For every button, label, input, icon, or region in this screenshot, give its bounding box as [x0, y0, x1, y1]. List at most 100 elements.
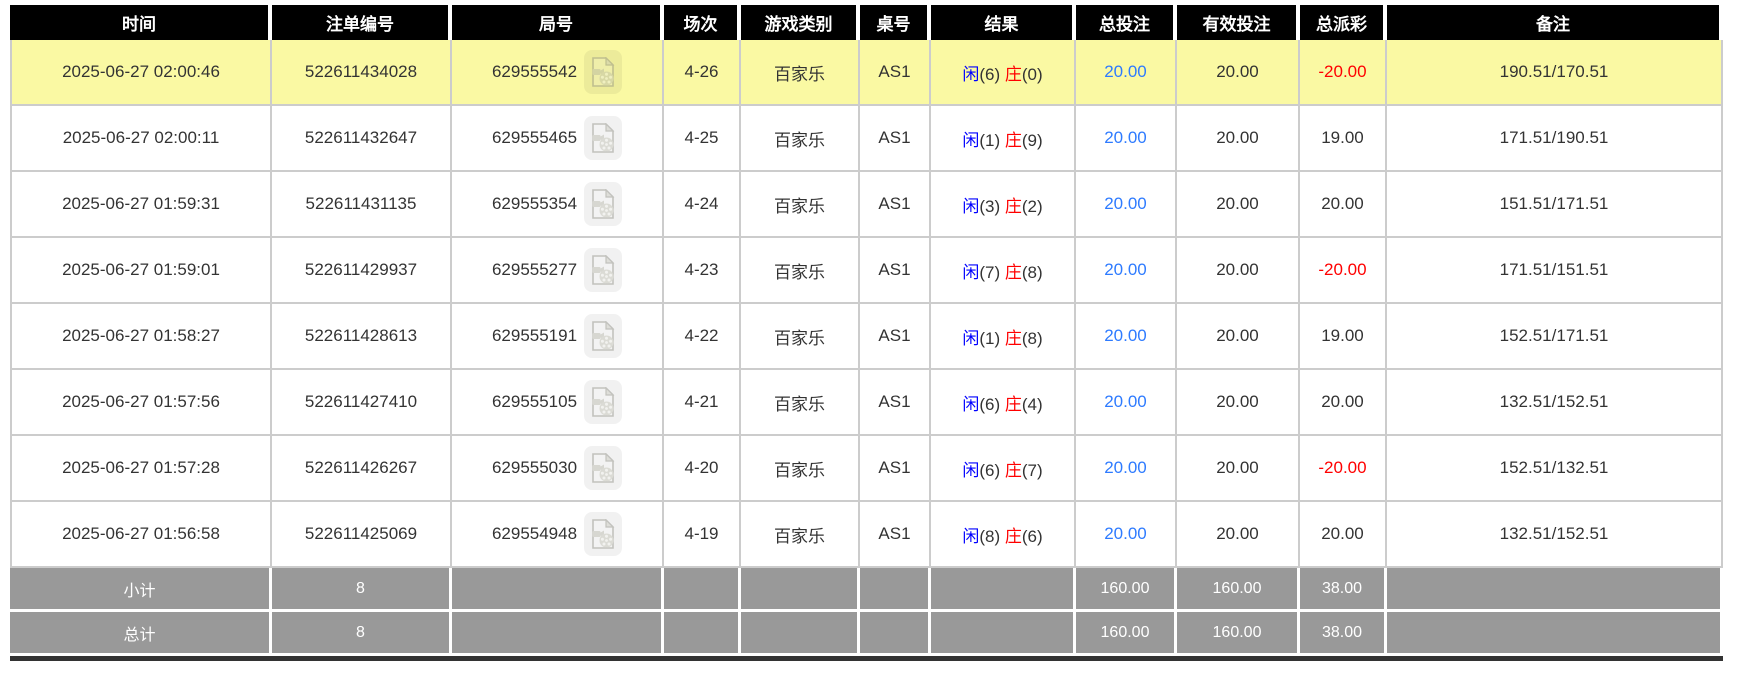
cell-total-bet[interactable]: 20.00: [1076, 106, 1177, 172]
cell-payout: 19.00: [1300, 304, 1387, 370]
total-empty-cell: [860, 612, 931, 656]
round-number: 629555105: [491, 392, 578, 411]
cell-bet-id: 522611427410: [272, 370, 452, 436]
cell-bet-id: 522611432647: [272, 106, 452, 172]
header-row: 时间 注单编号 局号 场次 游戏类别 桌号 结果 总投注 有效投注 总派彩 备注: [10, 5, 1723, 40]
banker-result-score: (6): [1021, 526, 1043, 546]
cell-table-no: AS1: [860, 436, 931, 502]
video-record-icon[interactable]: [584, 380, 623, 424]
cell-round: 629554948: [452, 502, 664, 568]
cell-session: 4-20: [664, 436, 741, 502]
cell-total-bet[interactable]: 20.00: [1076, 40, 1177, 106]
cell-table-no: AS1: [860, 304, 931, 370]
banker-result-score: (9): [1021, 130, 1043, 150]
cell-remark: 171.51/151.51: [1387, 238, 1723, 304]
subtotal-total-bet: 160.00: [1076, 568, 1177, 612]
total-total-bet: 160.00: [1076, 612, 1177, 656]
table-footer: 小计 8 160.00 160.00 38.00 总计 8 160.00 160…: [10, 568, 1723, 656]
player-result-score: (3): [979, 196, 1001, 216]
subtotal-count: 8: [272, 568, 452, 612]
col-session: 场次: [664, 5, 741, 40]
table-row: 2025-06-27 01:58:27 522611428613 6295551…: [10, 304, 1723, 370]
cell-remark: 152.51/171.51: [1387, 304, 1723, 370]
video-record-icon[interactable]: [584, 182, 623, 226]
banker-result-label: 庄: [1004, 328, 1022, 348]
cell-total-bet[interactable]: 20.00: [1076, 238, 1177, 304]
cell-round: 629555542: [452, 40, 664, 106]
cell-table-no: AS1: [860, 370, 931, 436]
banker-result-label: 庄: [1004, 196, 1022, 216]
table-bottom-border: [10, 656, 1723, 661]
banker-result-label: 庄: [1004, 130, 1022, 150]
table-body: 2025-06-27 02:00:46 522611434028 6295555…: [10, 40, 1723, 568]
round-number: 629555542: [491, 62, 578, 81]
banker-result-label: 庄: [1004, 262, 1022, 282]
player-result-score: (7): [979, 262, 1001, 282]
cell-round: 629555354: [452, 172, 664, 238]
banker-result-score: (7): [1021, 460, 1043, 480]
video-record-icon[interactable]: [584, 248, 623, 292]
cell-bet-id: 522611425069: [272, 502, 452, 568]
col-payout: 总派彩: [1300, 5, 1387, 40]
round-number: 629554948: [491, 524, 578, 543]
cell-table-no: AS1: [860, 238, 931, 304]
cell-valid-bet: 20.00: [1177, 106, 1300, 172]
bet-records-table: 时间 注单编号 局号 场次 游戏类别 桌号 结果 总投注 有效投注 总派彩 备注…: [10, 5, 1723, 656]
cell-game-type: 百家乐: [741, 106, 860, 172]
cell-round: 629555277: [452, 238, 664, 304]
cell-result: 闲(6) 庄(0): [931, 40, 1076, 106]
cell-total-bet[interactable]: 20.00: [1076, 370, 1177, 436]
cell-total-bet[interactable]: 20.00: [1076, 304, 1177, 370]
cell-total-bet[interactable]: 20.00: [1076, 436, 1177, 502]
player-result-score: (1): [979, 130, 1001, 150]
cell-payout: 20.00: [1300, 502, 1387, 568]
cell-total-bet[interactable]: 20.00: [1076, 172, 1177, 238]
banker-result-label: 庄: [1004, 394, 1022, 414]
banker-result-score: (2): [1021, 196, 1043, 216]
cell-valid-bet: 20.00: [1177, 238, 1300, 304]
round-number: 629555191: [491, 326, 578, 345]
cell-session: 4-23: [664, 238, 741, 304]
cell-payout: -20.00: [1300, 238, 1387, 304]
cell-round: 629555191: [452, 304, 664, 370]
video-record-icon[interactable]: [584, 446, 623, 490]
subtotal-valid-bet: 160.00: [1177, 568, 1300, 612]
total-remark: [1387, 612, 1723, 656]
cell-round: 629555105: [452, 370, 664, 436]
cell-table-no: AS1: [860, 172, 931, 238]
cell-game-type: 百家乐: [741, 40, 860, 106]
cell-total-bet[interactable]: 20.00: [1076, 502, 1177, 568]
total-empty-cell: [664, 612, 741, 656]
subtotal-row: 小计 8 160.00 160.00 38.00: [10, 568, 1723, 612]
cell-result: 闲(1) 庄(8): [931, 304, 1076, 370]
player-result-label: 闲: [962, 526, 980, 546]
col-valid-bet: 有效投注: [1177, 5, 1300, 40]
cell-valid-bet: 20.00: [1177, 304, 1300, 370]
cell-remark: 190.51/170.51: [1387, 40, 1723, 106]
player-result-label: 闲: [962, 460, 980, 480]
video-record-icon[interactable]: [584, 314, 623, 358]
table-row: 2025-06-27 01:59:31 522611431135 6295553…: [10, 172, 1723, 238]
bet-records-container: 时间 注单编号 局号 场次 游戏类别 桌号 结果 总投注 有效投注 总派彩 备注…: [0, 0, 1751, 661]
player-result-label: 闲: [962, 262, 980, 282]
player-result-score: (8): [979, 526, 1001, 546]
video-record-icon[interactable]: [584, 512, 623, 556]
video-record-icon[interactable]: [584, 116, 623, 160]
cell-payout: 20.00: [1300, 370, 1387, 436]
video-record-icon[interactable]: [584, 50, 623, 94]
table-row: 2025-06-27 01:57:56 522611427410 6295551…: [10, 370, 1723, 436]
player-result-label: 闲: [962, 196, 980, 216]
col-time: 时间: [10, 5, 272, 40]
cell-game-type: 百家乐: [741, 304, 860, 370]
col-bet-id: 注单编号: [272, 5, 452, 40]
table-row: 2025-06-27 01:59:01 522611429937 6295552…: [10, 238, 1723, 304]
cell-result: 闲(6) 庄(4): [931, 370, 1076, 436]
cell-time: 2025-06-27 02:00:46: [10, 40, 272, 106]
cell-valid-bet: 20.00: [1177, 40, 1300, 106]
cell-time: 2025-06-27 01:56:58: [10, 502, 272, 568]
player-result-score: (6): [979, 64, 1001, 84]
cell-result: 闲(6) 庄(7): [931, 436, 1076, 502]
banker-result-label: 庄: [1004, 460, 1022, 480]
cell-valid-bet: 20.00: [1177, 370, 1300, 436]
round-number: 629555030: [491, 458, 578, 477]
